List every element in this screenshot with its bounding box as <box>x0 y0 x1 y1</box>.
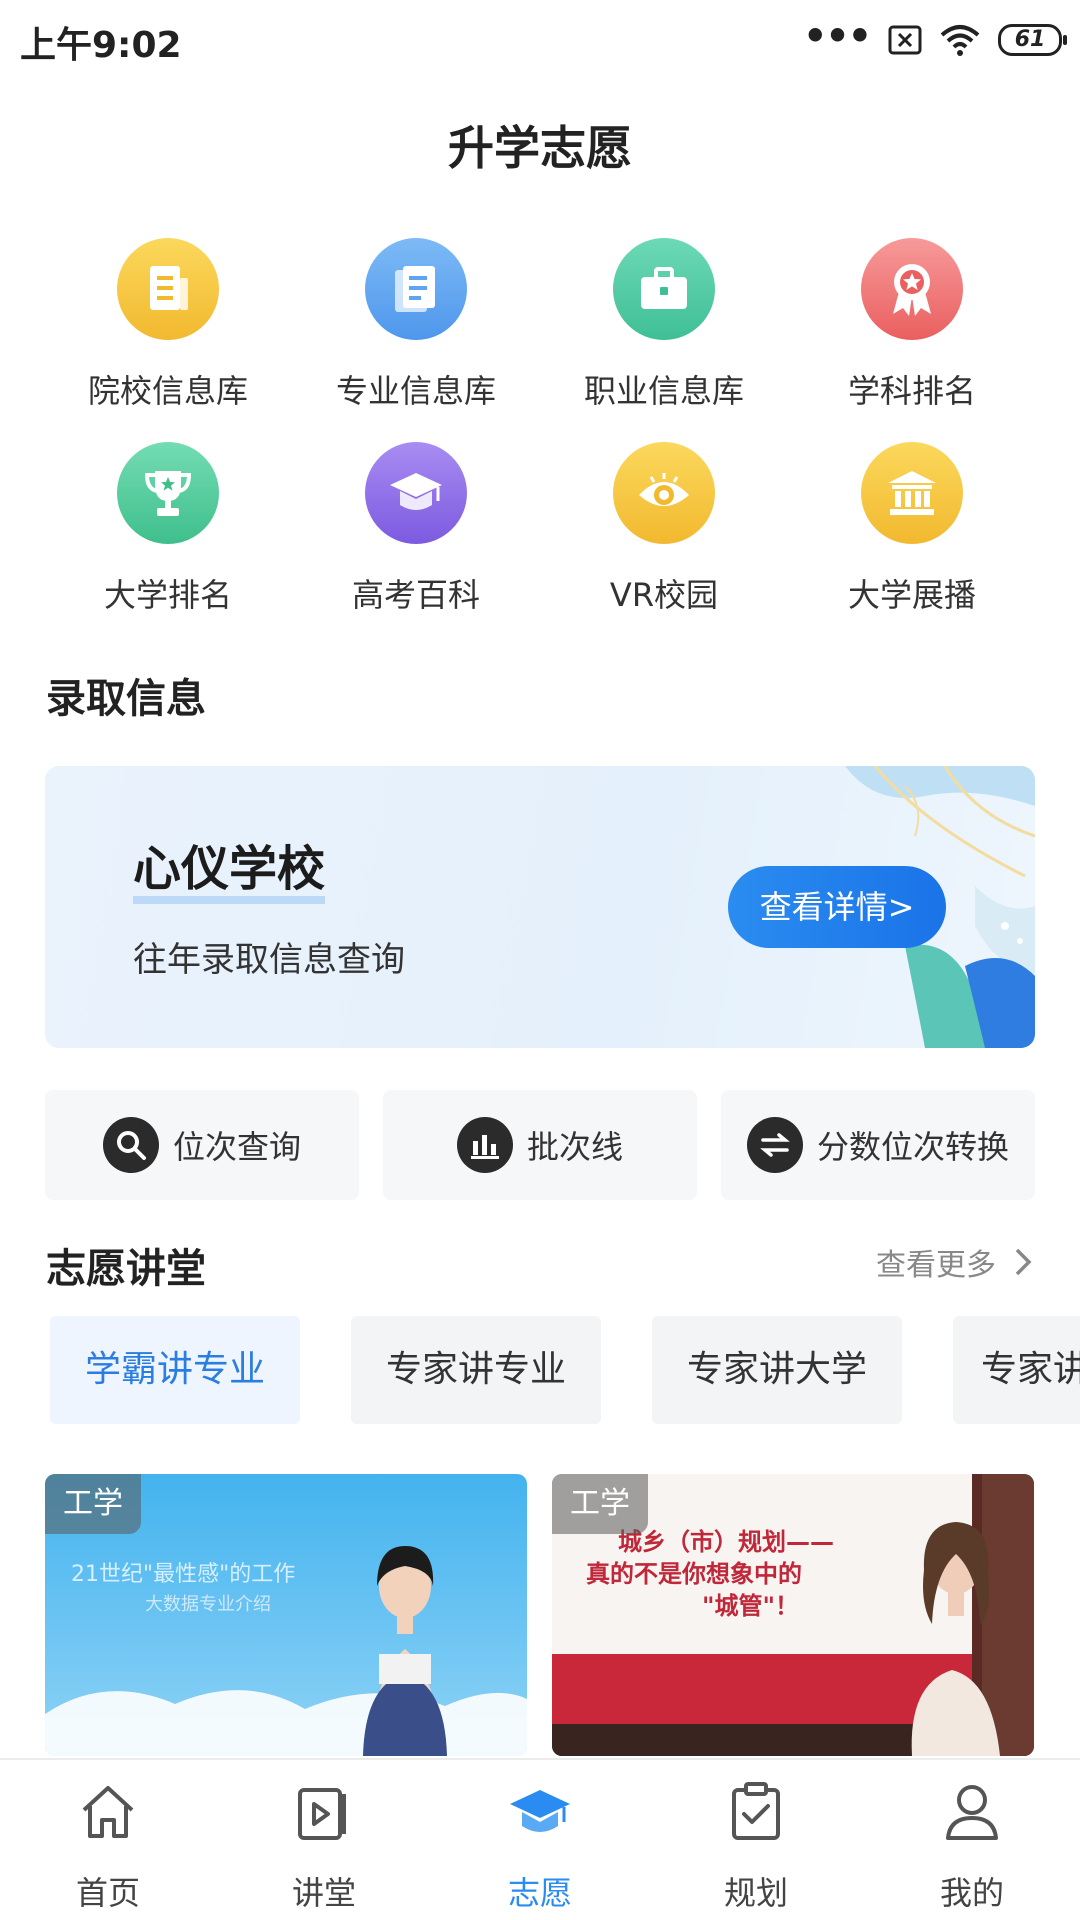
notes-icon <box>365 238 467 340</box>
nav-label: 首页 <box>75 1874 140 1912</box>
tab-expert-majors[interactable]: 专家讲专业 <box>351 1316 601 1424</box>
search-icon <box>102 1117 159 1173</box>
rank-query-button[interactable]: 位次查询 <box>45 1090 359 1200</box>
nav-label: 规划 <box>723 1874 788 1912</box>
nav-home[interactable]: 首页 <box>0 1780 216 1914</box>
grid-label: 院校信息库 <box>87 372 248 410</box>
category-tag: 工学 <box>45 1474 141 1534</box>
grid-item-career-database[interactable]: 职业信息库 <box>540 238 788 412</box>
view-details-button[interactable]: 查看详情> <box>728 866 946 948</box>
video-screen-text: 城乡（市）规划—— <box>618 1528 834 1556</box>
university-building-icon <box>861 442 963 544</box>
lecture-section-title: 志愿讲堂 <box>46 1246 206 1292</box>
banner-title: 心仪学校 <box>133 842 326 904</box>
nav-label: 讲堂 <box>291 1874 356 1912</box>
sim-x-icon <box>888 25 922 55</box>
grid-label: 大学展播 <box>847 576 976 614</box>
grid-label: 专业信息库 <box>335 372 496 410</box>
grid-item-university-showcase[interactable]: 大学展播 <box>788 442 1036 616</box>
grid-label: 高考百科 <box>351 576 480 614</box>
graduation-cap-icon <box>365 442 467 544</box>
view-more-label: 查看更多 <box>876 1248 996 1283</box>
status-time: 上午9:02 <box>20 25 182 66</box>
video-card[interactable]: 城乡（市）规划—— 真的不是你想象中的 "城管"！ 工学 <box>552 1474 1034 1756</box>
award-ribbon-icon <box>861 238 963 340</box>
grid-item-major-database[interactable]: 专业信息库 <box>292 238 540 412</box>
home-icon <box>82 1786 134 1838</box>
nav-lecture[interactable]: 讲堂 <box>216 1780 432 1914</box>
quick-label: 批次线 <box>526 1128 623 1166</box>
grid-label: 大学排名 <box>103 576 232 614</box>
grid-label: 学科排名 <box>847 372 976 410</box>
graduation-cap-icon <box>510 1790 570 1832</box>
eye-icon <box>613 442 715 544</box>
video-screen-subtext: 大数据专业介绍 <box>145 1594 271 1615</box>
swap-icon <box>746 1117 803 1173</box>
briefcase-icon <box>613 238 715 340</box>
nav-label: 我的 <box>939 1874 1004 1912</box>
video-card[interactable]: 21世纪"最性感"的工作 大数据专业介绍 工学 <box>45 1474 527 1756</box>
grid-item-university-ranking[interactable]: 大学排名 <box>44 442 292 616</box>
user-icon <box>946 1785 998 1840</box>
status-icons: ••• 61 <box>803 14 1067 60</box>
admission-banner[interactable]: 心仪学校 往年录取信息查询 查看详情> <box>45 766 1035 1048</box>
trophy-icon <box>117 442 219 544</box>
video-play-icon <box>298 1788 346 1840</box>
page-title: 升学志愿 <box>448 121 632 175</box>
banner-subtitle: 往年录取信息查询 <box>133 940 405 980</box>
quick-label: 位次查询 <box>172 1128 301 1166</box>
view-more-link[interactable]: 查看更多 <box>876 1240 1032 1284</box>
more-dots-icon: ••• <box>803 14 872 58</box>
lecture-tabs: 学霸讲专业 专家讲专业 专家讲大学 专家讲 <box>50 1316 1080 1424</box>
tab-expert-more[interactable]: 专家讲 <box>953 1316 1080 1424</box>
nav-label: 志愿 <box>507 1874 572 1912</box>
bottom-nav: 首页 讲堂 志愿 规划 我的 <box>0 1758 1080 1920</box>
nav-planning[interactable]: 规划 <box>648 1780 864 1914</box>
nav-mine[interactable]: 我的 <box>864 1780 1080 1914</box>
bar-chart-icon <box>456 1117 513 1173</box>
video-screen-text-line3: "城管"！ <box>702 1592 800 1620</box>
grid-label: VR校园 <box>609 576 719 614</box>
video-screen-text: 21世纪"最性感"的工作 <box>71 1562 296 1587</box>
grid-label: 职业信息库 <box>583 372 744 410</box>
grid-item-gaokao-wiki[interactable]: 高考百科 <box>292 442 540 616</box>
score-rank-convert-button[interactable]: 分数位次转换 <box>721 1090 1035 1200</box>
nav-aspiration[interactable]: 志愿 <box>432 1780 648 1914</box>
tab-expert-universities[interactable]: 专家讲大学 <box>652 1316 902 1424</box>
status-bar: 上午9:02 ••• 61 <box>0 0 1080 80</box>
grid-item-college-database[interactable]: 院校信息库 <box>44 238 292 412</box>
chevron-right-icon <box>1015 1248 1032 1276</box>
document-icon <box>117 238 219 340</box>
batch-line-button[interactable]: 批次线 <box>383 1090 697 1200</box>
battery-icon: 61 <box>998 24 1067 56</box>
category-tag: 工学 <box>552 1474 648 1534</box>
quick-label: 分数位次转换 <box>816 1128 1009 1166</box>
tab-top-student-majors[interactable]: 学霸讲专业 <box>50 1316 300 1424</box>
admission-section-title: 录取信息 <box>46 676 206 722</box>
wifi-icon <box>940 25 980 56</box>
video-screen-text-line2: 真的不是你想象中的 <box>586 1560 802 1588</box>
grid-item-vr-campus[interactable]: VR校园 <box>540 442 788 616</box>
grid-item-subject-ranking[interactable]: 学科排名 <box>788 238 1036 412</box>
clipboard-check-icon <box>732 1782 780 1840</box>
